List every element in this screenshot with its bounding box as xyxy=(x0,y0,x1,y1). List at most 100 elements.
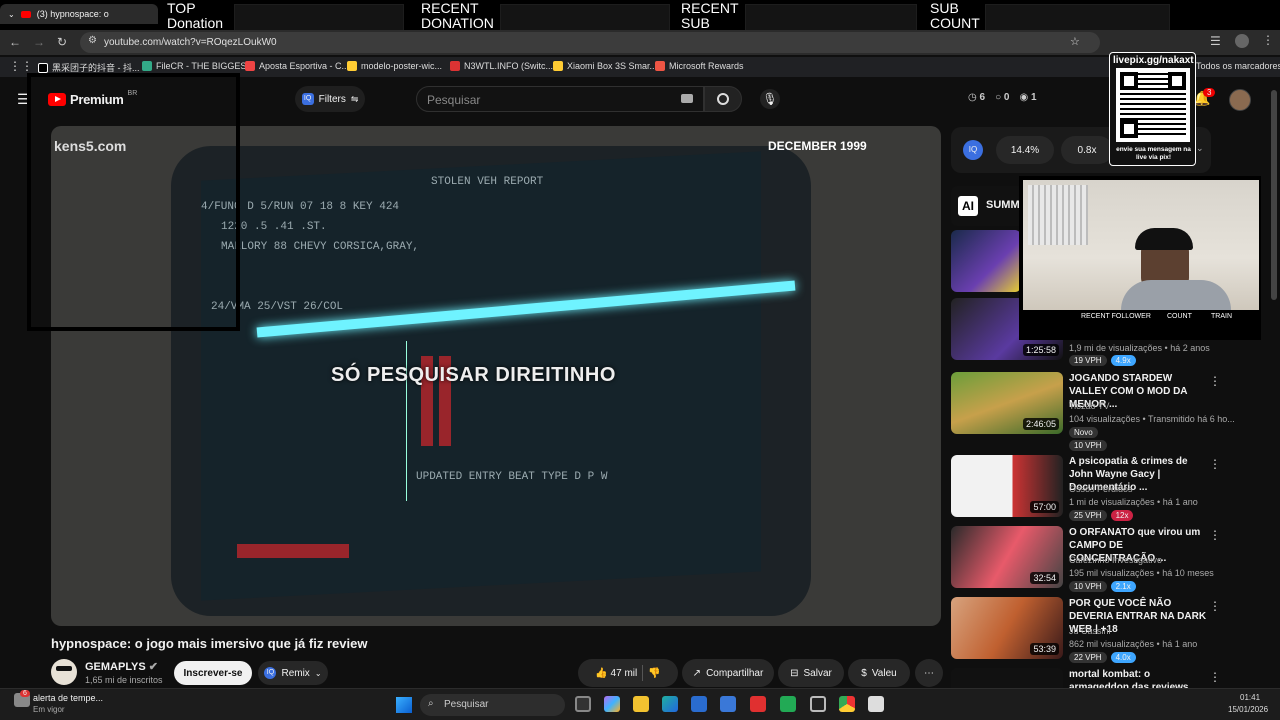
more-icon[interactable]: ⋮ xyxy=(1209,528,1221,542)
rec-thumb: 32:54 xyxy=(951,526,1063,588)
app-white-icon[interactable] xyxy=(868,696,884,712)
iq-stat-percent: 14.4% xyxy=(996,136,1054,164)
clock-date: 15/01/2026 xyxy=(1228,705,1269,714)
rec-thumb[interactable] xyxy=(951,230,1021,292)
app-red-icon[interactable] xyxy=(750,696,766,712)
subscriber-count: 1,65 mi de inscritos xyxy=(85,675,163,685)
more-icon[interactable]: ⋮ xyxy=(1209,670,1221,684)
youtube-favicon-icon xyxy=(20,10,31,18)
rec-thumb: 2:46:05 xyxy=(951,372,1063,434)
search-icon xyxy=(717,93,729,105)
recommendation-item[interactable]: mortal kombat: o armageddon das reviews … xyxy=(951,668,1280,688)
bookmark-item[interactable]: Xiaomi Box 3S Smar... xyxy=(553,61,657,71)
account-avatar[interactable] xyxy=(1229,89,1251,111)
chevron-down-icon[interactable]: ⌄ xyxy=(8,10,15,19)
recommendation-item[interactable]: 57:00 A psicopatia & crimes de John Wayn… xyxy=(951,455,1280,521)
filters-button[interactable]: IQ Filters ⇋ xyxy=(295,86,365,112)
video-title: hypnospace: o jogo mais imersivo que já … xyxy=(51,636,368,651)
back-icon[interactable]: ← xyxy=(9,35,21,49)
taskbar-search[interactable]: ⌕ Pesquisar xyxy=(420,694,565,716)
channel-avatar[interactable] xyxy=(51,659,77,685)
rec-meta: 1,9 mi de visualizações • há 2 anos xyxy=(1069,343,1210,353)
copilot-icon[interactable] xyxy=(604,696,620,712)
channel-name[interactable]: GEMAPLYS ✔ xyxy=(85,660,158,673)
save-button[interactable]: ⊟ Salvar xyxy=(778,659,844,687)
task-view-icon[interactable] xyxy=(575,696,591,712)
url-text: youtube.com/watch?v=ROqezLOukW0 xyxy=(104,37,277,48)
more-icon[interactable]: ⋮ xyxy=(1262,33,1274,47)
livepix-url: livepix.gg/nakaxt xyxy=(1113,55,1194,66)
stat-circle: ○ 0 xyxy=(995,92,1010,103)
microphone-icon[interactable]: 🎙 xyxy=(760,89,780,109)
menu-icon[interactable]: ☰ xyxy=(1210,34,1221,48)
video-subtitle: SÓ PESQUISAR DIREITINHO xyxy=(331,364,616,386)
recommendation-item[interactable]: 2:46:05 JOGANDO STARDEW VALLEY COM O MOD… xyxy=(951,372,1280,451)
outlook-icon[interactable] xyxy=(720,696,736,712)
livepix-qr-panel: livepix.gg/nakaxt envie sua mensagem na … xyxy=(1109,52,1196,166)
whatsapp-icon[interactable] xyxy=(780,696,796,712)
more-icon[interactable]: ⋮ xyxy=(1209,374,1221,388)
reload-icon[interactable]: ↻ xyxy=(57,35,67,49)
forward-icon[interactable]: → xyxy=(33,35,45,49)
edge-icon[interactable] xyxy=(662,696,678,712)
more-icon[interactable]: ⋮ xyxy=(1209,599,1221,613)
file-explorer-icon[interactable] xyxy=(633,696,649,712)
weather-title: alerta de tempe... xyxy=(33,693,104,703)
apps-grid-icon[interactable]: ⋮⋮ xyxy=(9,59,33,73)
bookmark-item[interactable]: N3WTL.INFO (Switc... xyxy=(450,61,553,71)
address-bar[interactable]: ⚙ youtube.com/watch?v=ROqezLOukW0 ☆ xyxy=(80,32,1100,53)
all-bookmarks[interactable]: Todos os marcadores xyxy=(1196,61,1280,71)
livepix-caption: envie sua mensagem na live via pix! xyxy=(1116,146,1191,161)
count-label: COUNT xyxy=(1167,313,1192,320)
rec-vph: 10 VPH 2.1x xyxy=(1069,581,1136,592)
chrome-icon[interactable] xyxy=(839,696,855,712)
star-icon[interactable]: ☆ xyxy=(1070,35,1080,48)
rec-vph: 25 VPH 12x xyxy=(1069,510,1134,521)
weather-sub: Em vigor xyxy=(33,705,65,714)
keyboard-icon[interactable] xyxy=(681,94,693,103)
profile-avatar[interactable] xyxy=(1235,34,1249,48)
dislike-button[interactable]: 👎 xyxy=(648,668,660,679)
more-icon[interactable]: ⋮ xyxy=(1209,457,1221,471)
sub-count-label: SUB COUNT xyxy=(930,0,980,31)
search-button[interactable] xyxy=(704,86,742,112)
remix-button[interactable]: IQ Remix ⌄ xyxy=(258,661,328,685)
more-actions-button[interactable]: ⋯ xyxy=(915,659,943,687)
bookmark-item[interactable]: FileCR - THE BIGGES... xyxy=(142,61,254,71)
recent-sub-label: RECENT SUB xyxy=(681,0,739,31)
chevron-down-icon[interactable]: ⌄ xyxy=(1196,143,1204,154)
rec-vph: 10 VPH xyxy=(1069,440,1107,451)
rec-title: mortal kombat: o armageddon das reviews xyxy=(1069,669,1189,688)
webcam-video xyxy=(1023,180,1259,310)
site-info-icon[interactable]: ⚙ xyxy=(88,35,97,46)
stat-eye: ◉ 1 xyxy=(1019,92,1037,103)
browser-tab[interactable]: ⌄ (3) hypnospace: o xyxy=(0,4,158,24)
obs-icon[interactable] xyxy=(810,696,826,712)
tab-title: (3) hypnospace: o xyxy=(36,9,109,19)
rec-channel: Cafezinho Investigativo xyxy=(1069,555,1163,565)
ai-icon: AI xyxy=(958,196,978,216)
rec-channel: Tiozão TV xyxy=(1069,401,1110,411)
page-scrollbar[interactable] xyxy=(1271,90,1277,300)
windows-start-icon[interactable] xyxy=(396,697,412,713)
rec-meta: 104 visualizações • Transmitido há 6 ho.… xyxy=(1069,414,1235,424)
recent-follower-label: RECENT FOLLOWER xyxy=(1081,313,1151,320)
like-button[interactable]: 👍 47 mil xyxy=(595,668,637,679)
recommendation-item[interactable]: 32:54 O ORFANATO que virou um CAMPO DE C… xyxy=(951,526,1280,592)
share-button[interactable]: ↗ Compartilhar xyxy=(682,659,774,687)
store-icon[interactable] xyxy=(691,696,707,712)
address-row: ← → ↻ ⚙ youtube.com/watch?v=ROqezLOukW0 … xyxy=(0,30,1280,55)
search-input[interactable]: Pesquisar xyxy=(416,86,704,112)
train-label: TRAIN xyxy=(1211,313,1232,320)
thanks-icon: $ xyxy=(861,667,867,679)
rec-meta: 862 mil visualizações • há 1 ano xyxy=(1069,639,1198,649)
subscribe-button[interactable]: Inscrever-se xyxy=(174,661,252,685)
recommendation-item[interactable]: 53:39 POR QUE VOCÊ NÃO DEVERIA ENTRAR NA… xyxy=(951,597,1280,663)
qr-code-image xyxy=(1116,68,1190,142)
bookmark-item[interactable]: modelo-poster-wic... xyxy=(347,61,442,71)
rec-thumb xyxy=(951,668,1063,688)
bookmark-item[interactable]: Aposta Esportiva - C... xyxy=(245,61,349,71)
bookmark-item[interactable]: Microsoft Rewards xyxy=(655,61,744,71)
thanks-button[interactable]: $ Valeu xyxy=(848,659,910,687)
search-icon: ⌕ xyxy=(428,698,434,709)
